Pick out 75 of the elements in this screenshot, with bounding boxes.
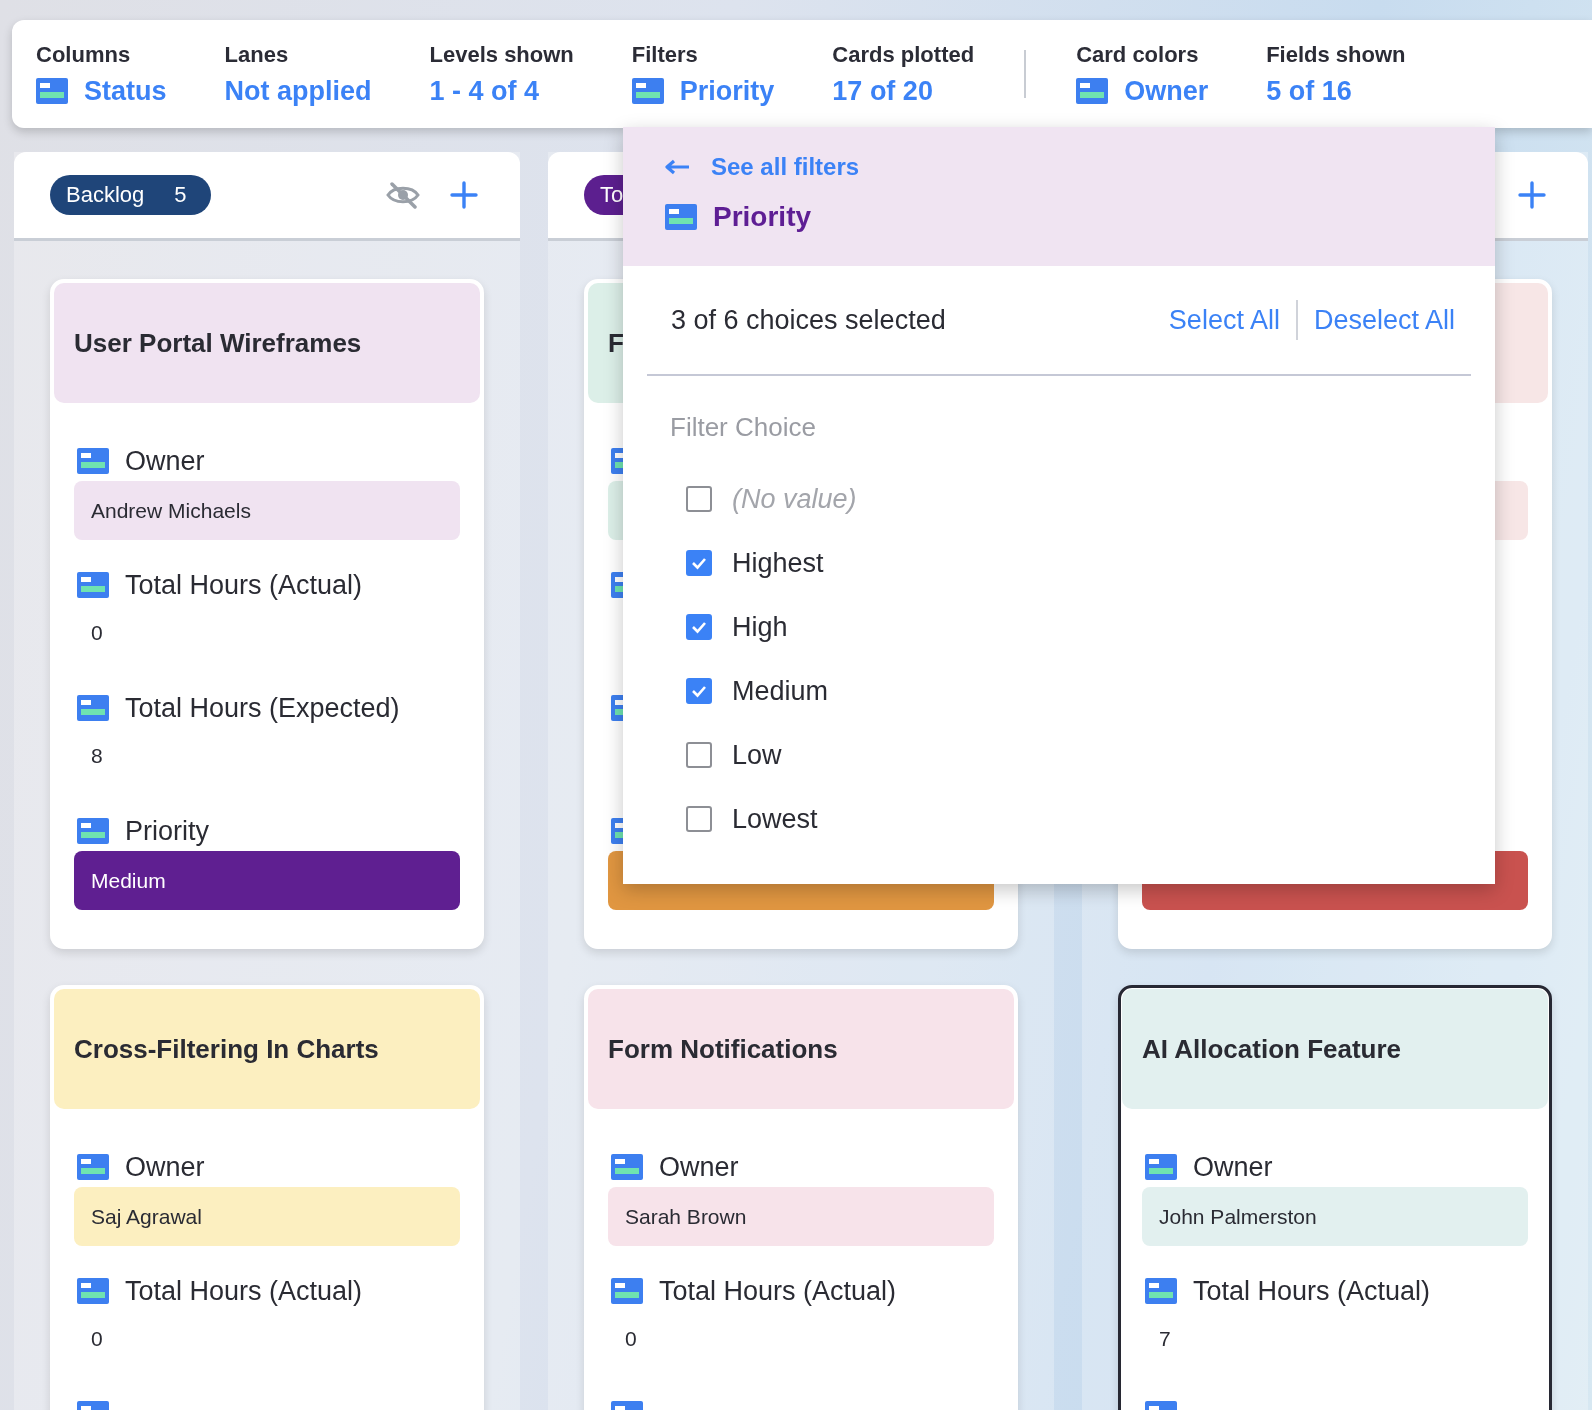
field-label: Total Hours (Actual): [659, 1275, 897, 1307]
field-icon: [1145, 1278, 1177, 1304]
card-title: User Portal Wireframes: [74, 327, 362, 359]
field-icon: [77, 695, 109, 721]
back-arrow-icon: [665, 159, 691, 175]
checkbox[interactable]: [686, 550, 712, 576]
card-title: AI Allocation Feature: [1142, 1033, 1402, 1065]
column-status-badge: Backlog 5: [50, 175, 211, 215]
setting-value-link[interactable]: Not applied: [224, 75, 372, 107]
setting-value-link[interactable]: Status: [84, 75, 167, 107]
setting-label: Filters: [631, 41, 699, 68]
checkbox[interactable]: [686, 614, 712, 640]
field-label: Owner: [125, 1151, 205, 1183]
choice-label: High: [732, 611, 788, 643]
priority-tag: Medium: [74, 851, 460, 910]
add-icon[interactable]: [1518, 181, 1546, 209]
setting-label: Columns: [36, 41, 132, 68]
selection-summary: 3 of 6 choices selected: [671, 304, 946, 336]
choice-label: (No value): [732, 483, 857, 515]
field-label: Total Hours (Actual): [125, 569, 363, 601]
owner-value: Saj Agrawal: [74, 1187, 460, 1246]
field-icon: [77, 448, 109, 474]
owner-value: Sarah Brown: [608, 1187, 994, 1246]
add-icon[interactable]: [450, 181, 478, 209]
setting-label: Fields shown: [1266, 41, 1406, 68]
field-icon: [77, 572, 109, 598]
setting-value-link[interactable]: 1 - 4 of 4: [429, 75, 540, 107]
choice-label: Lowest: [732, 803, 818, 835]
owner-value: Andrew Michaels: [74, 481, 460, 540]
checkbox[interactable]: [686, 486, 712, 512]
setting-label: Cards plotted: [832, 41, 975, 68]
field-label: Owner: [125, 445, 205, 477]
field-label: Total Hours (Actual): [1193, 1275, 1431, 1307]
setting-value-link[interactable]: Owner: [1124, 75, 1209, 107]
field-value: 0: [91, 1327, 103, 1351]
field-value: 7: [1159, 1327, 1171, 1351]
setting-value-link[interactable]: 17 of 20: [832, 75, 933, 107]
setting-value-link[interactable]: 5 of 16: [1266, 75, 1352, 107]
field-icon: [611, 1278, 643, 1304]
field-icon: [77, 1278, 109, 1304]
field-value: 0: [91, 621, 103, 645]
choice-label: Highest: [732, 547, 824, 579]
field-label: Total Hours (Expected): [125, 692, 400, 724]
field-icon: [611, 1154, 643, 1180]
checkbox[interactable]: [686, 806, 712, 832]
task-card[interactable]: AI Allocation Feature Owner John Palmerston Total Hours (Actual) 7: [1118, 985, 1552, 1410]
field-icon: [77, 1154, 109, 1180]
choice-label: Low: [732, 739, 782, 771]
card-title: Form Notifications: [608, 1033, 838, 1065]
field-value: 8: [91, 744, 103, 768]
select-link[interactable]: Select All: [1168, 304, 1280, 336]
field-label: Priority: [125, 815, 209, 847]
field-icon: [1145, 1154, 1177, 1180]
setting-label: Lanes: [224, 41, 290, 68]
setting-label: Card colors: [1076, 41, 1200, 68]
task-card[interactable]: User Portal Wireframes Owner Andrew Michaels Total Hours (Actual) 0 Total Hours (Expected) 8 Priority Medium: [50, 279, 484, 949]
select-link[interactable]: Deselect All: [1313, 304, 1455, 336]
setting-label: Levels shown: [429, 41, 574, 68]
checkbox[interactable]: [686, 678, 712, 704]
owner-value: John Palmerston: [1142, 1187, 1528, 1246]
eye-slash-icon[interactable]: [386, 181, 420, 209]
field-label: Owner: [1193, 1151, 1273, 1183]
task-card[interactable]: Form Notifications Owner Sarah Brown Total Hours (Actual) 0: [584, 985, 1018, 1410]
setting-value-link[interactable]: Priority: [679, 75, 775, 107]
field-value: 0: [625, 1327, 637, 1351]
checkbox[interactable]: [686, 742, 712, 768]
field-label: Owner: [659, 1151, 739, 1183]
section-label: Filter Choice: [670, 412, 817, 443]
field-label: Total Hours (Actual): [125, 1275, 363, 1307]
field-icon: [77, 818, 109, 844]
card-title: Cross-Filtering In Charts: [74, 1033, 379, 1065]
card-title: F: [608, 327, 624, 359]
choice-label: Medium: [732, 675, 829, 707]
field-icon: [665, 204, 697, 230]
task-card[interactable]: Cross-Filtering In Charts Owner Saj Agrawal Total Hours (Actual) 0: [50, 985, 484, 1410]
